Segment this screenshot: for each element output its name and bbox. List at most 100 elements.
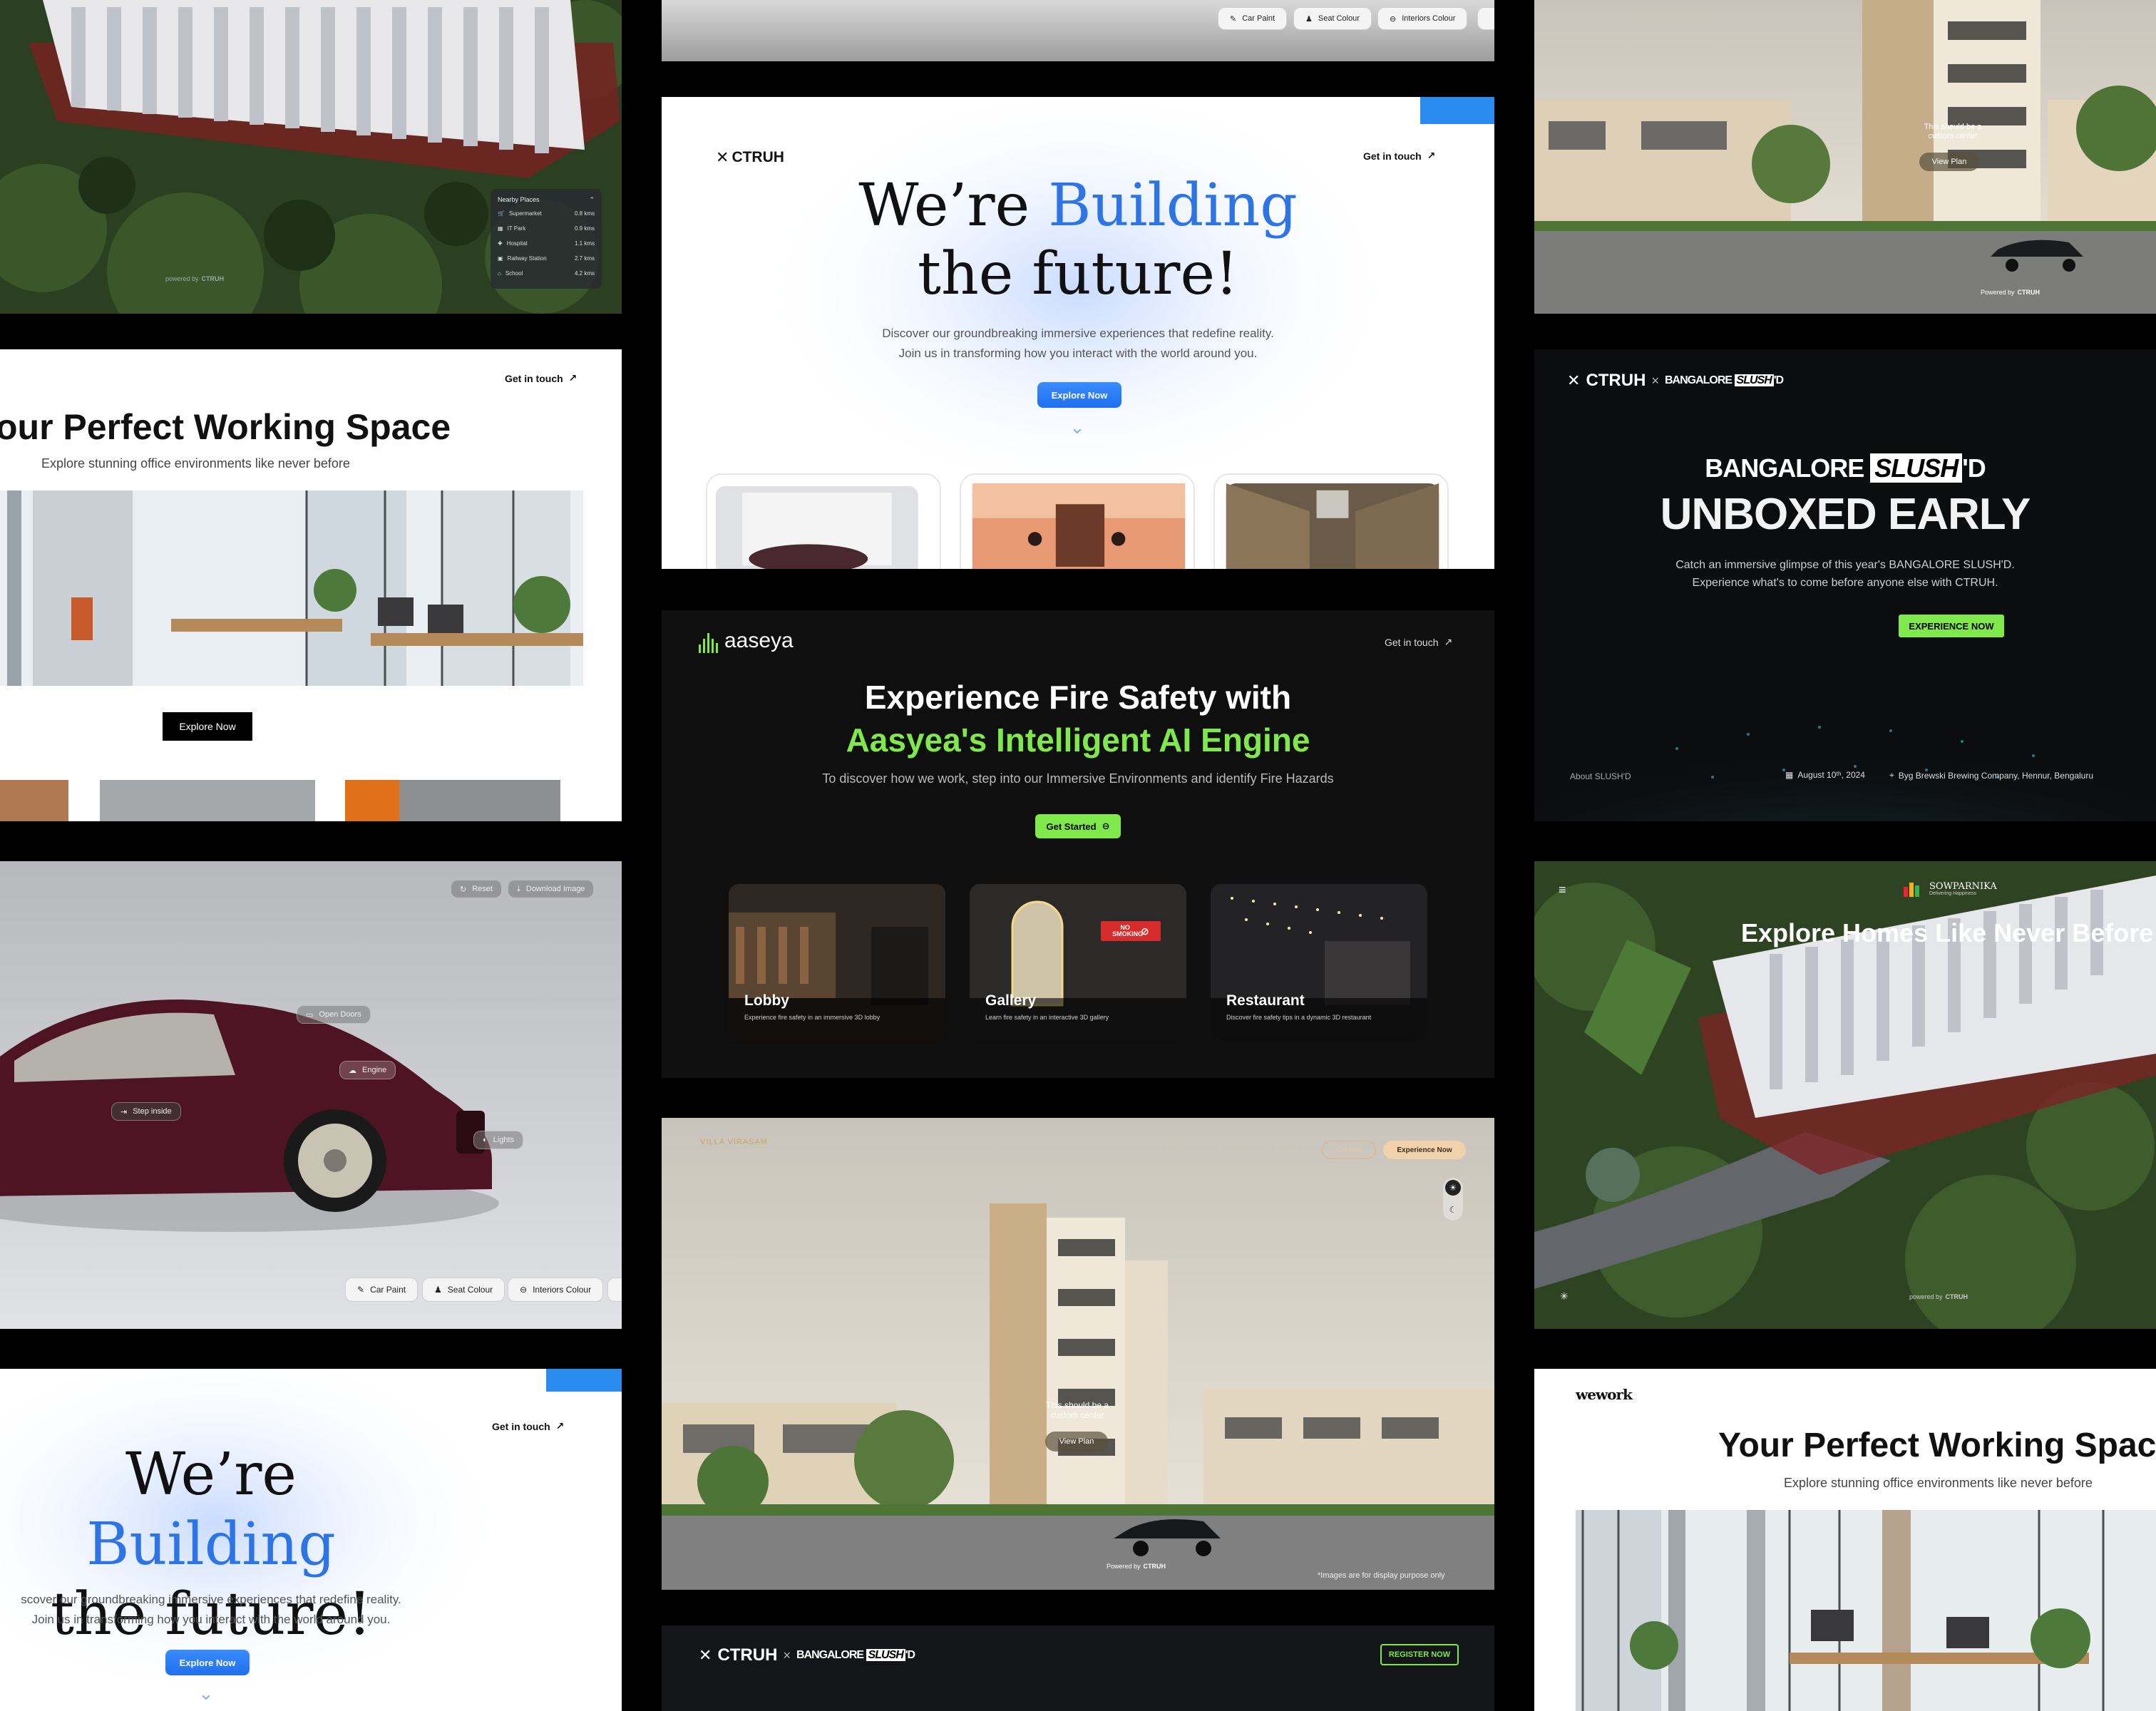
car-configurator-tile: ↻ Reset ⤓ Download Image ▭ Open Doors ☁ Engi… xyxy=(0,861,622,1329)
nearby-place-row[interactable]: ⌂ School 4.2 kms xyxy=(498,266,595,281)
theme-toggle[interactable]: ☀ ☾ xyxy=(1443,1178,1463,1221)
lights-hotspot[interactable]: ◐ Lights xyxy=(473,1131,524,1149)
office-thumbnail-row xyxy=(0,780,560,821)
nav-location[interactable]: Location xyxy=(1219,1146,1246,1154)
seat-colour-button-top[interactable]: ♟ Seat Colour xyxy=(1293,7,1372,30)
office-subtitle: Explore stunning office environments lik… xyxy=(41,456,350,471)
ctruh-logo-mini: CTRUH xyxy=(201,275,225,282)
signal-bars-icon xyxy=(699,633,718,653)
ctruh-logo-mini: CTRUH xyxy=(1143,1563,1166,1570)
ctruh-mark-icon: ✕ xyxy=(1567,371,1581,389)
office-image xyxy=(1576,1510,2156,1711)
showroom-image xyxy=(716,485,918,569)
calendar-icon: ▦ xyxy=(1785,770,1794,780)
lobby-card[interactable]: Lobby Experience fire safety in an immer… xyxy=(729,884,945,1041)
view-plan-button[interactable]: View Plan xyxy=(1045,1432,1108,1451)
get-started-button[interactable]: Get Started ⊖ xyxy=(1035,814,1121,838)
nav-gallery[interactable]: Gallery xyxy=(1275,1146,1298,1154)
showcase-card-3[interactable] xyxy=(1213,473,1449,569)
nearby-place-row[interactable]: ✚ Hospital 1.1 kms xyxy=(498,236,595,251)
nearby-places-panel[interactable]: Nearby Places ⌃ 🛒 Supermarket 0.8 kms ▦ IT P… xyxy=(491,189,602,289)
showcase-card-1[interactable] xyxy=(706,473,941,569)
experience-now-button[interactable]: Experience Now xyxy=(1383,1141,1466,1159)
explore-now-button[interactable]: Explore Now xyxy=(165,1650,250,1675)
download-image-button[interactable]: ⤓ Download Image xyxy=(508,880,595,898)
open-doors-hotspot[interactable]: ▭ Open Doors xyxy=(297,1005,371,1024)
slush-header-logos[interactable]: ✕ CTRUH × BANGALORE SLUSH 'D xyxy=(1567,371,1784,391)
hero-description: Discover our groundbreaking immersive ex… xyxy=(882,327,1274,360)
powered-by: Powered by CTRUH xyxy=(1981,289,2040,296)
train-icon: ▣ xyxy=(498,255,503,262)
view-plan-button[interactable]: View Plan xyxy=(1919,153,1979,171)
engine-hotspot[interactable]: ☁ Engine xyxy=(339,1061,396,1079)
sun-icon[interactable]: ☀ xyxy=(1445,1180,1461,1196)
unboxed-early-heading: UNBOXED EARLY xyxy=(1660,490,2031,539)
wework-logo[interactable]: wework xyxy=(1576,1386,1633,1403)
ctruh-logo[interactable]: ✕ CTRUH xyxy=(716,148,784,167)
more-button-top[interactable] xyxy=(1477,7,1494,30)
lobby-card-subtitle: Experience fire safety in an immersive 3… xyxy=(744,1014,881,1021)
nearby-place-row[interactable]: ▣ Railway Station 2.7 kms xyxy=(498,251,595,266)
office-image xyxy=(0,490,583,686)
seat-colour-button[interactable]: ♟ Seat Colour xyxy=(422,1278,505,1302)
powered-by: powered by CTRUH xyxy=(1909,1293,1968,1300)
door-icon: ▭ xyxy=(306,1010,314,1019)
compass-icon[interactable]: ✳ xyxy=(1560,1290,1569,1302)
hamburger-menu-icon[interactable]: ≡ xyxy=(1559,883,1566,898)
slush-bottom-tile: ✕ CTRUH × BANGALORE SLUSH 'D REGISTER NOW xyxy=(662,1625,1494,1711)
ctruh-left-tile: Get in touch ↗ We’re Building the future!… xyxy=(0,1369,622,1711)
chevron-down-icon[interactable]: ⌄ xyxy=(198,1682,214,1705)
nearby-place-row[interactable]: ▦ IT Park 0.9 kms xyxy=(498,221,595,236)
get-in-touch-link[interactable]: Get in touch ↗ xyxy=(505,372,577,384)
arrow-up-right-icon: ↗ xyxy=(568,372,578,384)
contact-button[interactable]: Contact xyxy=(1322,1141,1376,1159)
image-disclaimer: *Images are for display purpose only xyxy=(1318,1571,1445,1580)
slush-header-logos[interactable]: ✕ CTRUH × BANGALORE SLUSH 'D xyxy=(699,1645,915,1665)
nearby-place-row[interactable]: 🛒 Supermarket 0.8 kms xyxy=(498,206,595,221)
corner-accent xyxy=(546,1369,622,1392)
corner-accent xyxy=(1420,97,1494,124)
gallery-card-title: Gallery xyxy=(985,992,1037,1009)
nearby-list: 🛒 Supermarket 0.8 kms ▦ IT Park 0.9 kms ✚ Hospi… xyxy=(498,206,595,281)
get-in-touch-link[interactable]: Get in touch ↗ xyxy=(1363,150,1435,162)
wework-tile: wework Your Perfect Working Spac Explore… xyxy=(1534,1369,2156,1711)
arrow-up-right-icon: ↗ xyxy=(1444,636,1453,647)
sowparnika-logo[interactable]: SOWPARNIKA Delivering Happiness xyxy=(1904,881,1997,897)
title-accent: Building xyxy=(1048,172,1298,240)
showcase-card-2[interactable] xyxy=(960,473,1195,569)
villa-scene-image xyxy=(662,1118,1494,1590)
paint-brush-icon: ✎ xyxy=(357,1285,365,1295)
powered-by: Powered by CTRUH xyxy=(1107,1563,1166,1570)
ctruh-main-tile: ✕ CTRUH Get in touch ↗ We’re Building the … xyxy=(662,97,1494,569)
step-inside-hotspot[interactable]: ⇥ Step inside xyxy=(111,1102,181,1121)
about-slush-link[interactable]: About SLUSH'D xyxy=(1570,771,1631,781)
explore-now-button[interactable]: Explore Now xyxy=(163,712,252,741)
enter-icon: ⇥ xyxy=(120,1107,128,1116)
get-in-touch-link[interactable]: Get in touch ↗ xyxy=(492,1420,564,1432)
reset-button[interactable]: ↻ Reset xyxy=(451,880,502,898)
villa-brand-logo[interactable]: VILLA VIRASAM xyxy=(700,1138,768,1146)
gallery-card-subtitle: Learn fire safety in an interactive 3D g… xyxy=(985,1014,1109,1021)
get-in-touch-link[interactable]: Get in touch ↗ xyxy=(1385,636,1452,648)
car-paint-button[interactable]: ✎ Car Paint xyxy=(345,1278,419,1302)
restaurant-card[interactable]: Restaurant Discover fire safety tips in … xyxy=(1211,884,1427,1041)
ctruh-mark-icon: ✕ xyxy=(716,148,729,166)
chevron-up-icon[interactable]: ⌃ xyxy=(589,196,595,204)
moon-icon[interactable]: ☾ xyxy=(1445,1202,1461,1218)
interiors-colour-button-top[interactable]: ⊖ Interiors Colour xyxy=(1377,7,1468,30)
interiors-colour-button[interactable]: ⊖ Interiors Colour xyxy=(508,1278,604,1302)
register-now-button[interactable]: REGISTER NOW xyxy=(1380,1644,1459,1665)
slush-description: Catch an immersive glimpse of this year'… xyxy=(1675,559,2015,589)
more-options-button[interactable] xyxy=(607,1278,622,1302)
restaurant-card-subtitle: Discover fire safety tips in a dynamic 3… xyxy=(1226,1014,1372,1021)
explore-now-button[interactable]: Explore Now xyxy=(1037,382,1121,408)
gallery-card[interactable]: NO SMOKING ⊘ Gallery Learn fire safety in… xyxy=(970,884,1186,1041)
experience-now-button[interactable]: EXPERIENCE NOW xyxy=(1899,615,2004,637)
nav-floor-plan[interactable]: Floor Plan xyxy=(1159,1146,1192,1154)
engine-icon: ☁ xyxy=(349,1066,356,1075)
car-paint-button-top[interactable]: ✎ Car Paint xyxy=(1218,7,1288,30)
ctruh-logo-mini: CTRUH xyxy=(1945,1293,1968,1300)
chevron-down-icon[interactable]: ⌄ xyxy=(1069,416,1085,438)
aaseya-logo[interactable]: aaseya xyxy=(699,629,794,653)
refresh-icon: ↻ xyxy=(460,885,467,894)
